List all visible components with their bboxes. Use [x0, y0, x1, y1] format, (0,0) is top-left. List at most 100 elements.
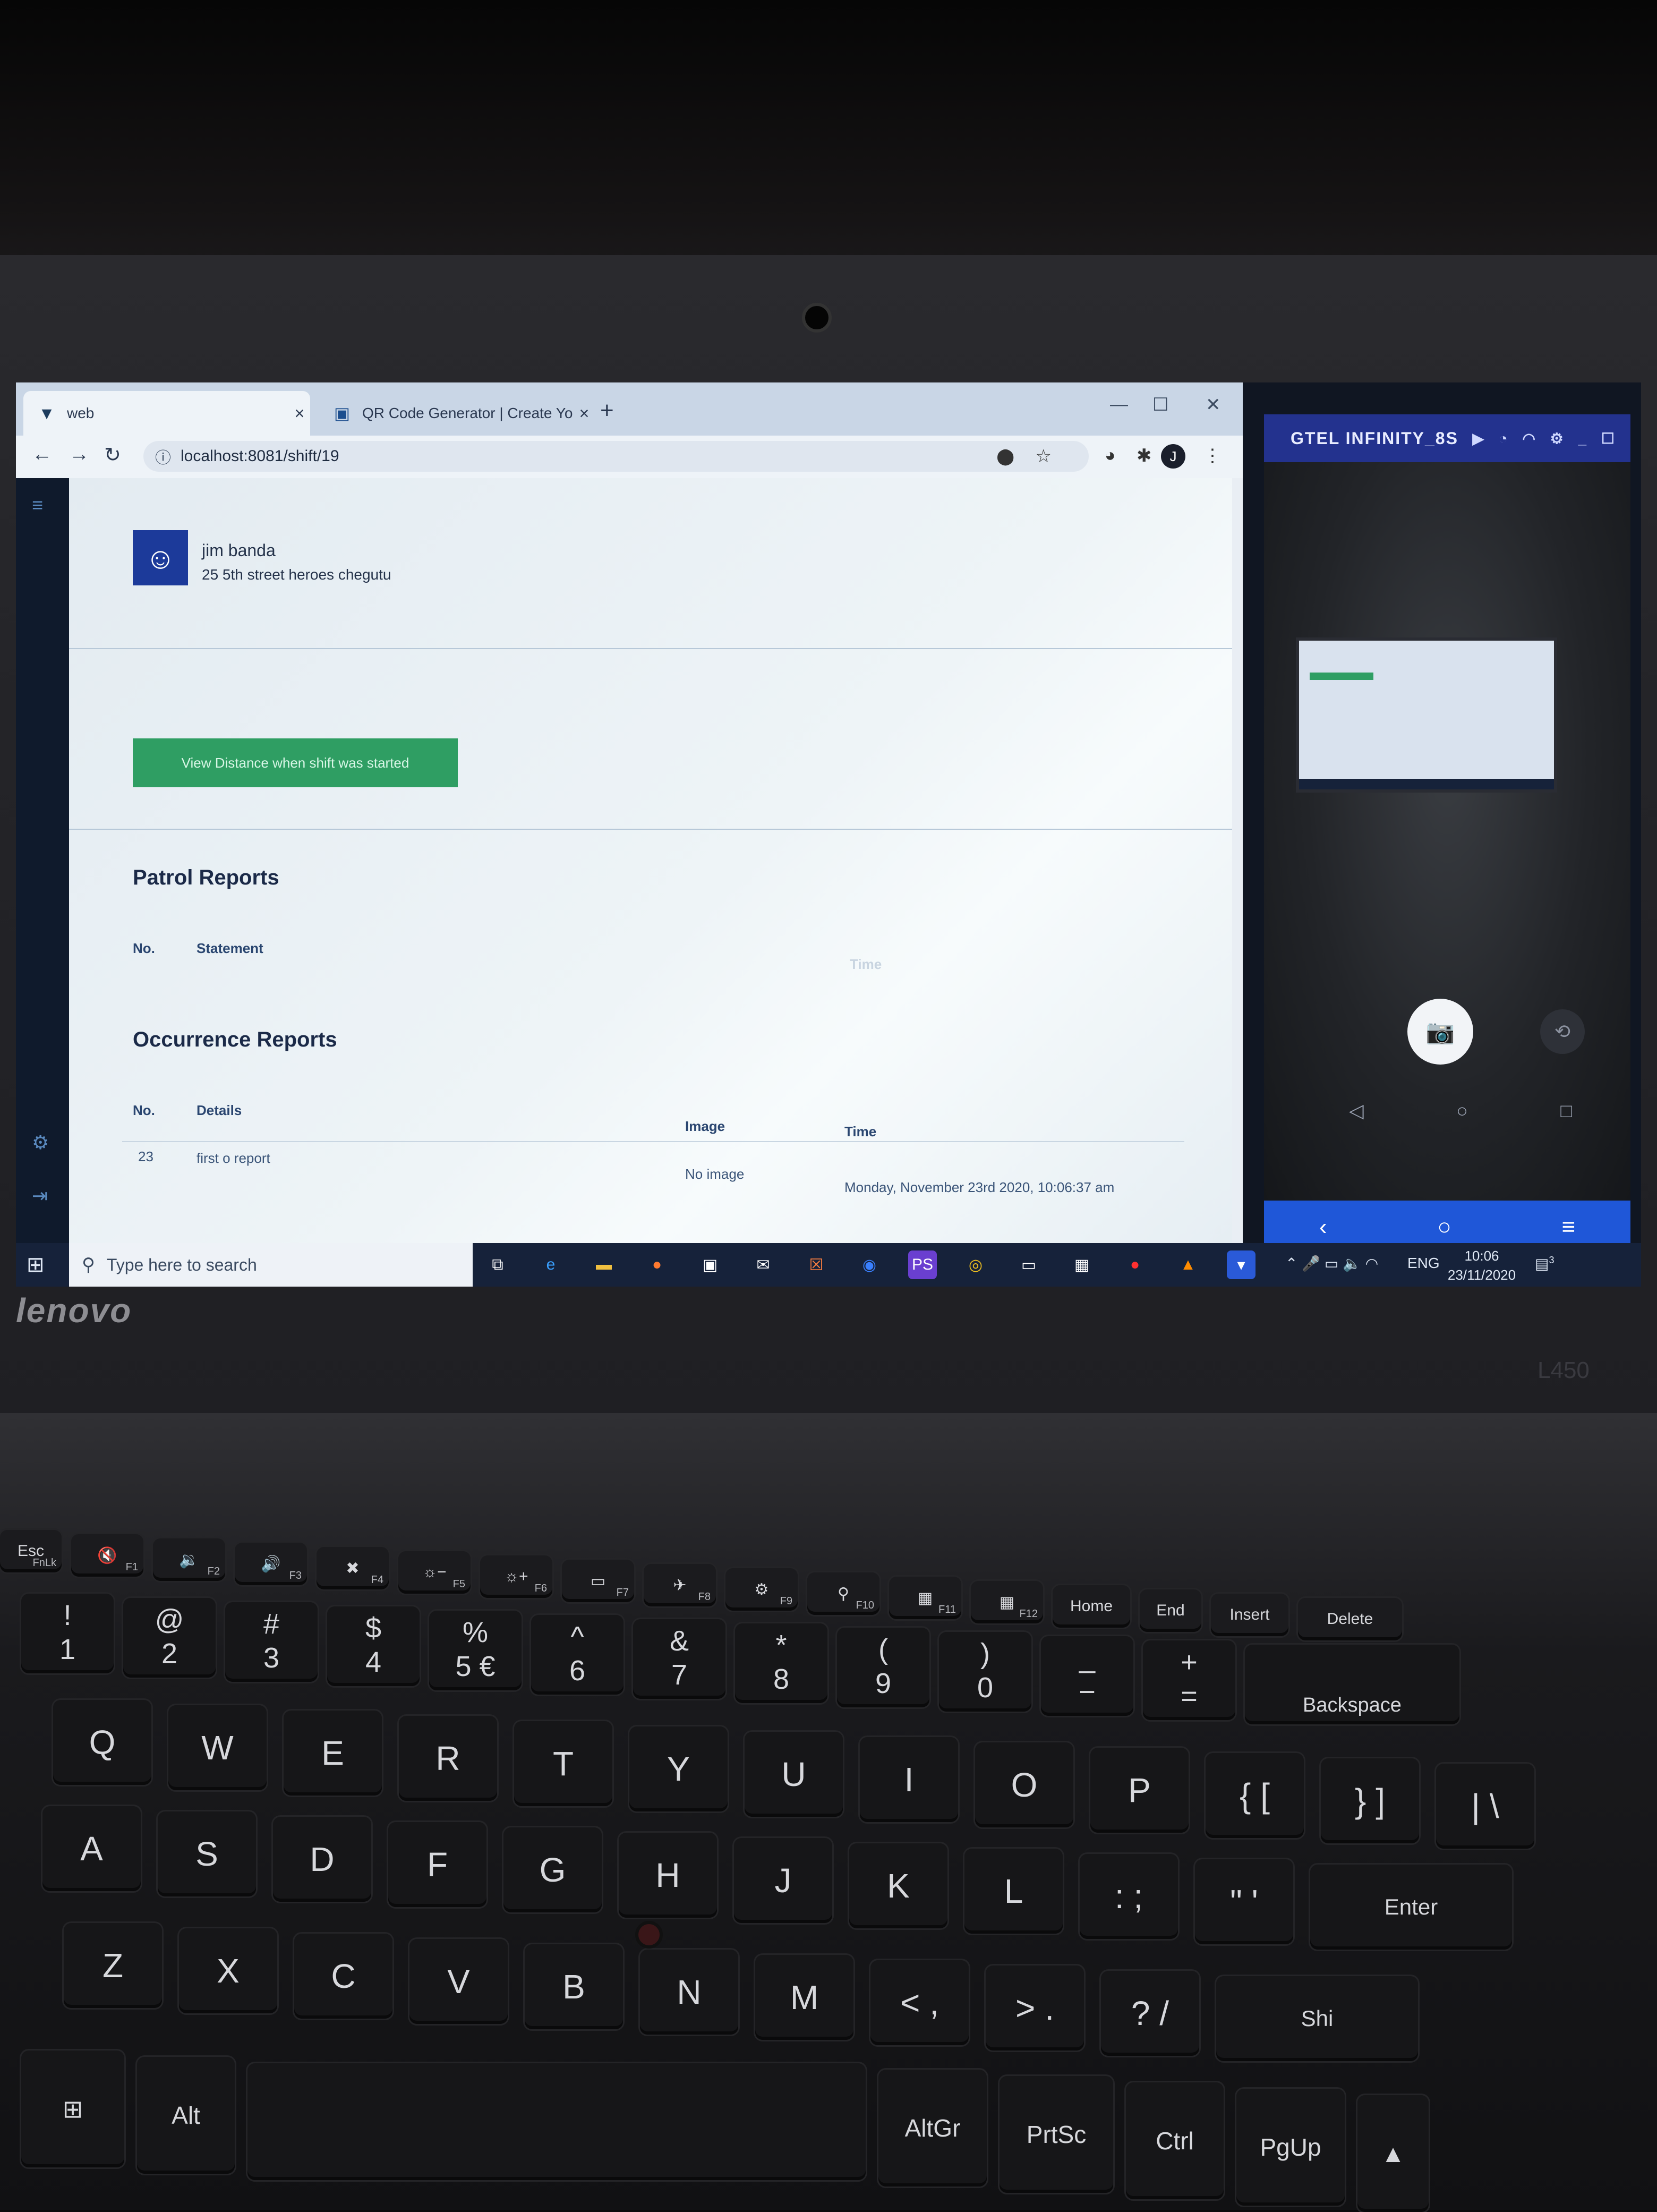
key-fn-9[interactable]: ⚙ F9 — [725, 1568, 798, 1611]
key-row_z-9[interactable]: ? / — [1101, 1971, 1199, 2056]
key-row_q-3[interactable]: R — [399, 1716, 497, 1801]
key-fn-3[interactable]: 🔊 F3 — [235, 1543, 307, 1585]
file-explorer-icon[interactable]: ▬ — [590, 1250, 618, 1279]
key-row_a-1[interactable]: S — [158, 1811, 256, 1896]
key-row_q-12[interactable]: | \ — [1436, 1764, 1534, 1849]
android-recents-icon[interactable]: □ — [1560, 1100, 1572, 1122]
key-row_z-0[interactable]: Z — [64, 1923, 162, 2008]
close-tab-icon[interactable]: × — [289, 404, 310, 423]
menu-kebab-icon[interactable]: ⋮ — [1203, 445, 1222, 466]
key-row_z-1[interactable]: X — [179, 1928, 277, 2013]
key-row_a-0[interactable]: A — [42, 1806, 141, 1891]
settings-gear-icon[interactable]: ⚙ — [32, 1131, 49, 1154]
key-row_a-2[interactable]: D — [273, 1817, 371, 1902]
key-bottom-3[interactable]: AltGr — [878, 2070, 987, 2187]
mail-icon[interactable]: ✉ — [749, 1250, 778, 1279]
tab-web[interactable]: ▼ web × — [23, 391, 310, 436]
key-row_q-8[interactable]: O — [975, 1742, 1073, 1827]
key-num-11[interactable]: + = — [1143, 1640, 1235, 1720]
key-row_z-2[interactable]: C — [294, 1934, 392, 2019]
key-num-10[interactable]: _ − — [1041, 1636, 1133, 1716]
taskbar-clock[interactable]: 10:06 23/11/2020 — [1445, 1246, 1519, 1284]
windows-start-icon[interactable]: ⊞ — [27, 1253, 45, 1277]
puzzle-extensions-icon[interactable]: ✱ — [1137, 445, 1152, 466]
key-fn-2[interactable]: 🔉 F2 — [153, 1538, 225, 1581]
edge-icon[interactable]: e — [536, 1250, 565, 1279]
hamburger-menu-icon[interactable]: ≡ — [32, 494, 43, 516]
key-row_q-4[interactable]: T — [514, 1721, 612, 1806]
scrcpy-icon[interactable]: ▾ — [1227, 1250, 1255, 1279]
key-row_q-0[interactable]: Q — [53, 1700, 151, 1785]
key-row_a-4[interactable]: G — [503, 1827, 602, 1912]
key-row_a-11[interactable]: Enter — [1310, 1865, 1512, 1950]
key-fn-14[interactable]: End — [1140, 1589, 1201, 1632]
key-row_q-5[interactable]: Y — [629, 1726, 728, 1811]
vlc-icon[interactable]: ▲ — [1174, 1250, 1202, 1279]
back-icon[interactable]: ← — [32, 443, 52, 466]
location-pin-icon[interactable]: ⬤ — [996, 447, 1014, 466]
maximize-icon[interactable]: ☐ — [1152, 394, 1168, 415]
key-fn-8[interactable]: ✈ F8 — [644, 1564, 716, 1606]
key-num-9[interactable]: ) 0 — [939, 1632, 1031, 1712]
android-back-icon[interactable]: ◁ — [1349, 1100, 1364, 1122]
extension-icon[interactable]: ◕ — [1105, 445, 1116, 466]
key-row_z-4[interactable]: B — [525, 1944, 623, 2029]
key-fn-11[interactable]: ▦ F11 — [889, 1577, 961, 1619]
key-row_q-10[interactable]: { [ — [1206, 1753, 1304, 1838]
address-bar[interactable]: ⓘ localhost:8081/shift/19 ⬤ ☆ — [143, 441, 1089, 472]
key-row_a-7[interactable]: K — [849, 1843, 947, 1928]
key-fn-7[interactable]: ▭ F7 — [562, 1560, 634, 1602]
key-row_a-5[interactable]: H — [619, 1833, 717, 1918]
key-bottom-2[interactable] — [247, 2063, 866, 2180]
key-row_a-3[interactable]: F — [388, 1822, 486, 1907]
new-tab-button[interactable]: + — [600, 397, 614, 424]
key-num-8[interactable]: (9 — [837, 1628, 929, 1707]
key-fn-0[interactable]: Esc FnLk — [0, 1530, 62, 1572]
key-fn-5[interactable]: ☼− F5 — [398, 1551, 471, 1594]
key-num-12[interactable]: Backspace — [1245, 1645, 1459, 1724]
key-row_q-7[interactable]: I — [860, 1737, 958, 1822]
recorder-icon[interactable]: ● — [1121, 1250, 1149, 1279]
key-fn-15[interactable]: Insert — [1211, 1594, 1288, 1636]
bookmark-star-icon[interactable]: ☆ — [1036, 446, 1052, 467]
tab-qr-code-generator[interactable]: ▣ QR Code Generator | Create Your × — [319, 391, 595, 436]
key-fn-10[interactable]: ⚲ F10 — [807, 1572, 879, 1615]
key-bottom-1[interactable]: Alt — [137, 2057, 235, 2174]
key-bottom-6[interactable]: PgUp — [1236, 2089, 1345, 2206]
taskbar-search-box[interactable]: ⚲ Type here to search — [69, 1243, 473, 1287]
key-num-2[interactable]: #3 — [225, 1602, 318, 1682]
camera-shutter-button[interactable]: 📷 — [1407, 999, 1473, 1065]
close-window-icon[interactable]: ✕ — [1206, 394, 1221, 415]
tray-icons[interactable]: ⌃ 🎤 ▭ 🔈 ◠ — [1285, 1255, 1378, 1272]
phpstorm-icon[interactable]: PS — [908, 1250, 937, 1279]
key-num-0[interactable]: ! 1 — [21, 1594, 114, 1673]
profile-avatar[interactable]: J — [1161, 444, 1185, 469]
key-num-7[interactable]: * 8 — [735, 1623, 827, 1703]
key-num-5[interactable]: ^ 6 — [531, 1615, 623, 1695]
postman-icon[interactable]: ● — [643, 1250, 671, 1279]
photos-icon[interactable]: ▦ — [1067, 1250, 1096, 1279]
key-num-3[interactable]: $4 — [327, 1606, 420, 1686]
key-fn-4[interactable]: ✖ F4 — [317, 1547, 389, 1589]
key-num-4[interactable]: % 5 € — [429, 1611, 522, 1690]
key-row_z-7[interactable]: < , — [870, 1960, 969, 2045]
key-fn-12[interactable]: ▦ F12 — [971, 1581, 1043, 1623]
trackpoint[interactable] — [635, 1921, 663, 1949]
key-row_q-6[interactable]: U — [745, 1732, 843, 1817]
key-bottom-7[interactable]: ▲ — [1357, 2095, 1429, 2212]
reload-icon[interactable]: ↻ — [104, 443, 121, 467]
forward-icon[interactable]: → — [69, 443, 89, 466]
key-row_a-10[interactable]: " ' — [1195, 1859, 1293, 1944]
key-row_z-6[interactable]: M — [755, 1955, 853, 2040]
switch-camera-icon[interactable]: ⟲ — [1540, 1009, 1585, 1054]
key-bottom-5[interactable]: Ctrl — [1126, 2082, 1224, 2199]
key-fn-16[interactable]: Delete — [1298, 1598, 1402, 1640]
xampp-icon[interactable]: ☒ — [802, 1250, 831, 1279]
key-row_a-6[interactable]: J — [734, 1838, 832, 1923]
key-row_q-11[interactable]: } ] — [1321, 1758, 1419, 1843]
key-row_q-2[interactable]: E — [284, 1711, 382, 1796]
key-num-6[interactable]: & 7 — [633, 1619, 725, 1699]
terminal-icon[interactable]: ▭ — [1014, 1250, 1043, 1279]
key-bottom-4[interactable]: PrtSc — [1000, 2076, 1113, 2193]
view-distance-button[interactable]: View Distance when shift was started — [133, 738, 458, 787]
